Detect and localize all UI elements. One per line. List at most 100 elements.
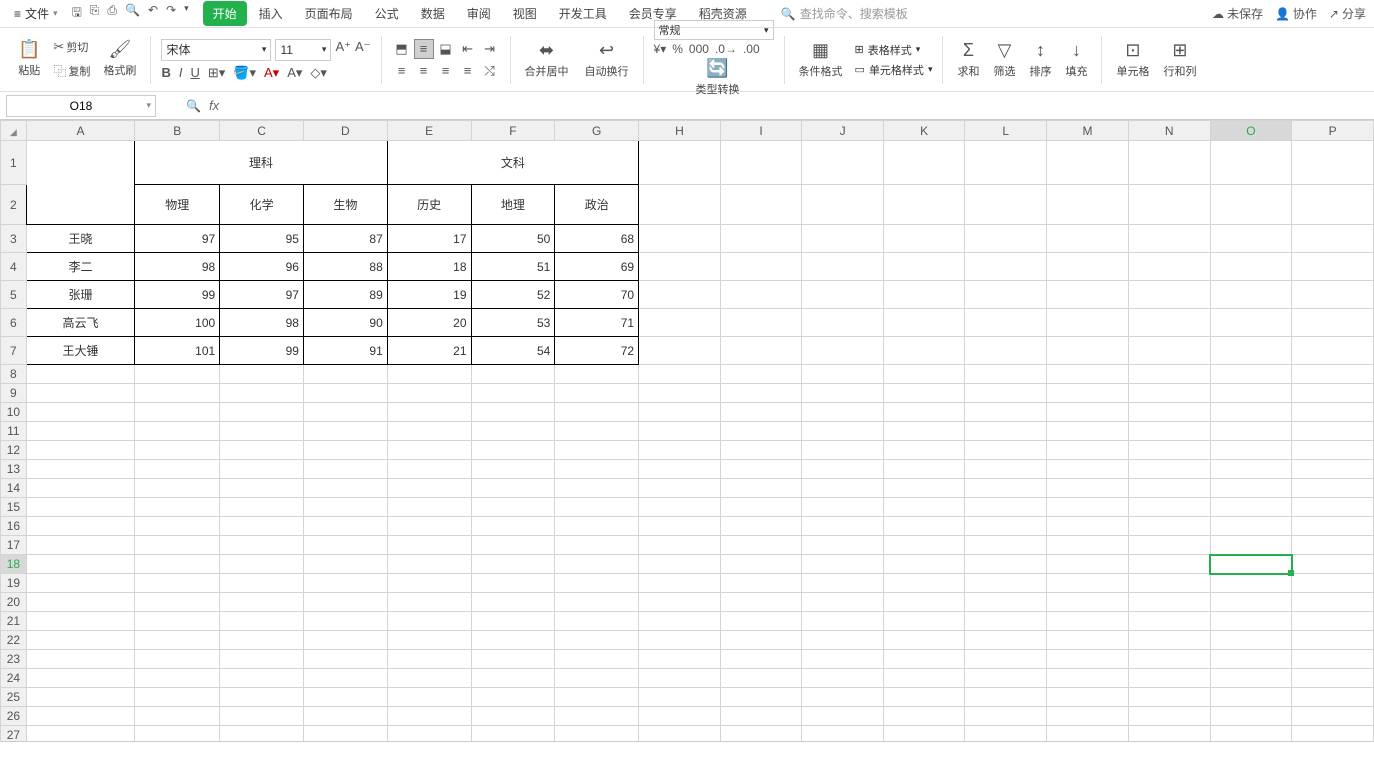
cell-D15[interactable] xyxy=(303,498,387,517)
cell-C13[interactable] xyxy=(220,460,304,479)
cell-D11[interactable] xyxy=(303,422,387,441)
cell-M7[interactable] xyxy=(1047,337,1129,365)
cell-B9[interactable] xyxy=(135,384,220,403)
score-1-4[interactable]: 51 xyxy=(471,253,555,281)
score-4-4[interactable]: 54 xyxy=(471,337,555,365)
cell-O12[interactable] xyxy=(1210,441,1292,460)
cell-K6[interactable] xyxy=(883,309,965,337)
cell-E10[interactable] xyxy=(387,403,471,422)
cell-K7[interactable] xyxy=(883,337,965,365)
cell-O11[interactable] xyxy=(1210,422,1292,441)
cell-N7[interactable] xyxy=(1128,337,1210,365)
cell-G10[interactable] xyxy=(555,403,639,422)
cell-O6[interactable] xyxy=(1210,309,1292,337)
cell-N14[interactable] xyxy=(1128,479,1210,498)
cell-G17[interactable] xyxy=(555,536,639,555)
cell-N18[interactable] xyxy=(1128,555,1210,574)
cell-I14[interactable] xyxy=(720,479,802,498)
cell-C27[interactable] xyxy=(220,726,304,742)
sum-button[interactable]: Σ求和 xyxy=(953,38,983,81)
cell-M10[interactable] xyxy=(1047,403,1129,422)
cell-K23[interactable] xyxy=(883,650,965,669)
subject-1[interactable]: 化学 xyxy=(220,185,304,225)
cut-button[interactable]: ✂剪切 xyxy=(50,37,93,57)
cell-P12[interactable] xyxy=(1292,441,1374,460)
cell-N26[interactable] xyxy=(1128,707,1210,726)
cell-G11[interactable] xyxy=(555,422,639,441)
cell-H22[interactable] xyxy=(639,631,721,650)
subject-4[interactable]: 地理 xyxy=(471,185,555,225)
cell-C17[interactable] xyxy=(220,536,304,555)
score-3-2[interactable]: 90 xyxy=(303,309,387,337)
cell-L16[interactable] xyxy=(965,517,1047,536)
row-header-20[interactable]: 20 xyxy=(1,593,27,612)
preview-icon[interactable]: 🔍 xyxy=(125,3,140,24)
cell-J10[interactable] xyxy=(802,403,884,422)
row-header-21[interactable]: 21 xyxy=(1,612,27,631)
cell-P10[interactable] xyxy=(1292,403,1374,422)
cell-H20[interactable] xyxy=(639,593,721,612)
cell-F26[interactable] xyxy=(471,707,555,726)
cell-E9[interactable] xyxy=(387,384,471,403)
formula-input[interactable] xyxy=(227,99,1374,113)
cell-M23[interactable] xyxy=(1047,650,1129,669)
cell-F9[interactable] xyxy=(471,384,555,403)
decrease-decimal-icon[interactable]: .00 xyxy=(743,42,760,56)
score-2-5[interactable]: 70 xyxy=(555,281,639,309)
cell-B12[interactable] xyxy=(135,441,220,460)
cell-N8[interactable] xyxy=(1128,365,1210,384)
cell-G8[interactable] xyxy=(555,365,639,384)
cell-F21[interactable] xyxy=(471,612,555,631)
score-4-0[interactable]: 101 xyxy=(135,337,220,365)
cell-O18[interactable] xyxy=(1210,555,1292,574)
cell-J16[interactable] xyxy=(802,517,884,536)
cell-B27[interactable] xyxy=(135,726,220,742)
cell-P26[interactable] xyxy=(1292,707,1374,726)
score-0-5[interactable]: 68 xyxy=(555,225,639,253)
table-style-button[interactable]: ⊞表格样式▾ xyxy=(855,42,933,58)
cell-K22[interactable] xyxy=(883,631,965,650)
cell-F17[interactable] xyxy=(471,536,555,555)
cell-H3[interactable] xyxy=(639,225,721,253)
cell-P14[interactable] xyxy=(1292,479,1374,498)
cell-A22[interactable] xyxy=(26,631,135,650)
cell-F16[interactable] xyxy=(471,517,555,536)
row-header-8[interactable]: 8 xyxy=(1,365,27,384)
chevron-down-icon[interactable]: ▾ xyxy=(146,100,151,111)
score-2-1[interactable]: 97 xyxy=(220,281,304,309)
cell-F27[interactable] xyxy=(471,726,555,742)
cell-C11[interactable] xyxy=(220,422,304,441)
ribbon-tab-1[interactable]: 插入 xyxy=(249,1,293,26)
cell-style-button[interactable]: ▭单元格样式▾ xyxy=(855,62,933,78)
cell-I25[interactable] xyxy=(720,688,802,707)
score-1-5[interactable]: 69 xyxy=(555,253,639,281)
cell-J19[interactable] xyxy=(802,574,884,593)
cell-D17[interactable] xyxy=(303,536,387,555)
cell-L7[interactable] xyxy=(965,337,1047,365)
cell-J1[interactable] xyxy=(802,141,884,185)
cell-N13[interactable] xyxy=(1128,460,1210,479)
cell-D22[interactable] xyxy=(303,631,387,650)
cell-K15[interactable] xyxy=(883,498,965,517)
wrap-text-button[interactable]: ↩自动换行 xyxy=(581,38,633,81)
row-header-2[interactable]: 2 xyxy=(1,185,27,225)
col-header-A[interactable]: A xyxy=(26,121,135,141)
subject-5[interactable]: 政治 xyxy=(555,185,639,225)
cell-I11[interactable] xyxy=(720,422,802,441)
cell-I18[interactable] xyxy=(720,555,802,574)
cell-M21[interactable] xyxy=(1047,612,1129,631)
cell-H15[interactable] xyxy=(639,498,721,517)
cell-D10[interactable] xyxy=(303,403,387,422)
cell-N2[interactable] xyxy=(1128,185,1210,225)
collab-button[interactable]: 👤协作 xyxy=(1275,5,1317,22)
cell-E21[interactable] xyxy=(387,612,471,631)
cell-A27[interactable] xyxy=(26,726,135,742)
cell-P2[interactable] xyxy=(1292,185,1374,225)
cell-G15[interactable] xyxy=(555,498,639,517)
cell-K17[interactable] xyxy=(883,536,965,555)
cell-B19[interactable] xyxy=(135,574,220,593)
cell-D18[interactable] xyxy=(303,555,387,574)
cell-O22[interactable] xyxy=(1210,631,1292,650)
ribbon-tab-5[interactable]: 审阅 xyxy=(457,1,501,26)
cell-G22[interactable] xyxy=(555,631,639,650)
